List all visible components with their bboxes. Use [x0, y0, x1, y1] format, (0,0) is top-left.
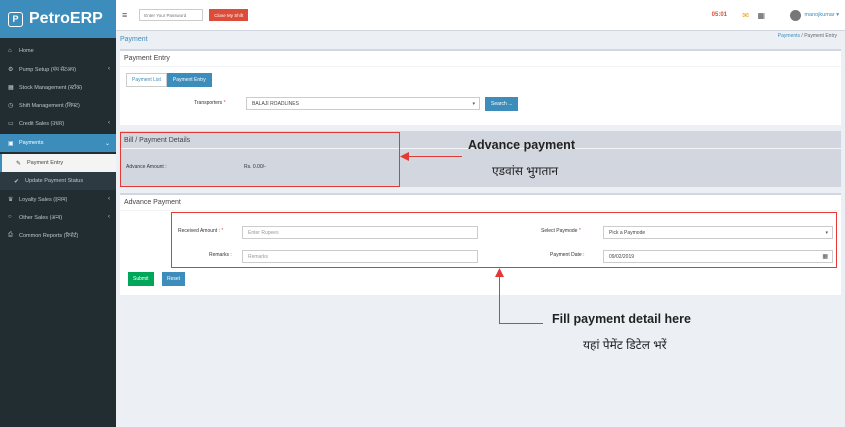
transporter-select[interactable]: BALAJI ROADLINES ▾	[246, 97, 480, 110]
sidebar-item-pump-setup[interactable]: ⚙ Pump Setup (पंप सेटअप) ‹	[0, 60, 116, 78]
sidebar-nav: ⌂ Home ⚙ Pump Setup (पंप सेटअप) ‹ ▦ Stock Ma…	[0, 38, 116, 244]
close-shift-button[interactable]: Close My Shift	[209, 9, 249, 21]
sidebar-item-payments[interactable]: ▣ Payments ⌄	[0, 134, 116, 152]
avatar	[790, 9, 802, 21]
cubes-icon: ▦	[8, 84, 14, 91]
chevron-left-icon: ‹	[108, 214, 110, 220]
tab-payment-entry[interactable]: Payment Entry	[166, 73, 212, 87]
payment-form-highlight-box	[171, 212, 837, 268]
username: manojkumar	[804, 12, 835, 18]
sidebar-item-other-sales[interactable]: ○ Other Sales (अन्य) ‹	[0, 208, 116, 226]
dropdown-arrow-icon: ▾	[472, 100, 475, 107]
sidebar-item-home[interactable]: ⌂ Home	[0, 42, 116, 60]
page-title: Payment	[120, 36, 148, 43]
payment-entry-title: Payment Entry	[120, 51, 841, 67]
tab-payment-list[interactable]: Payment List	[126, 73, 167, 87]
apps-grid-icon[interactable]: ▦	[757, 11, 765, 20]
sidebar-item-loyalty-sales[interactable]: ♛ Loyalty Sales (इनाम) ‹	[0, 190, 116, 208]
edit-icon: ✎	[16, 160, 22, 167]
shift-timer: 05:01	[711, 12, 727, 18]
hamburger-menu-icon[interactable]: ≡	[122, 10, 127, 20]
annotation-advance-subtitle: एडवांस भुगतान	[492, 164, 559, 178]
annotation-arrow-horizontal	[499, 323, 543, 324]
advance-payment-title: Advance Payment	[120, 195, 841, 211]
money-icon: ▣	[8, 140, 14, 147]
search-button[interactable]: Search ...	[485, 97, 519, 111]
circle-icon: ○	[8, 214, 12, 220]
reset-button[interactable]: Reset	[162, 272, 186, 286]
top-header: ≡ Close My Shift 05:01 ✉ ▦ manojkumar ▾	[116, 0, 845, 31]
annotation-advance-title: Advance payment	[468, 138, 575, 152]
sidebar-item-credit-sales[interactable]: ▭ Credit Sales (उधार) ‹	[0, 114, 116, 132]
breadcrumb-current: Payment Entry	[804, 33, 837, 39]
notification-icon[interactable]: ✉	[742, 11, 749, 20]
logo-icon: P	[8, 11, 23, 27]
annotation-fill-title: Fill payment detail here	[552, 312, 691, 326]
sidebar-item-stock[interactable]: ▦ Stock Management (स्टॉक)	[0, 78, 116, 96]
transporters-label: Transporters *	[194, 100, 226, 106]
sidebar-item-shift[interactable]: ◷ Shift Management (शिफ्ट)	[0, 96, 116, 114]
caret-down-icon: ▾	[834, 12, 839, 18]
sidebar-item-update-payment-status[interactable]: ✔ Update Payment Status	[0, 172, 116, 190]
annotation-fill-subtitle: यहां पेमेंट डिटेल भरें	[583, 338, 667, 352]
sidebar-item-payment-entry[interactable]: ✎ Payment Entry	[0, 154, 116, 172]
annotation-arrowhead-left	[400, 152, 409, 161]
chevron-left-icon: ‹	[108, 66, 110, 72]
breadcrumb: Payments / Payment Entry	[777, 33, 837, 39]
logo-text: PetroERP	[29, 10, 103, 27]
logo[interactable]: P PetroERP	[0, 0, 116, 38]
chevron-down-icon: ⌄	[104, 140, 110, 147]
check-icon: ✔	[14, 178, 20, 185]
breadcrumb-link-payments[interactable]: Payments	[778, 33, 800, 39]
print-icon: ⎙	[8, 231, 13, 238]
home-icon: ⌂	[8, 48, 12, 54]
annotation-arrow-line	[406, 156, 462, 157]
content-header: Payment Payments / Payment Entry	[116, 31, 845, 47]
shift-password-input[interactable]	[139, 9, 204, 21]
chevron-left-icon: ‹	[108, 196, 110, 202]
chevron-left-icon: ‹	[108, 120, 110, 126]
sidebar-item-common-reports[interactable]: ⎙ Common Reports (रिपोर्ट)	[0, 226, 116, 244]
clock-icon: ◷	[8, 102, 14, 109]
trophy-icon: ♛	[8, 196, 14, 203]
submit-button[interactable]: Submit	[128, 272, 154, 286]
credit-card-icon: ▭	[8, 120, 14, 127]
gears-icon: ⚙	[8, 66, 14, 73]
payment-tabs: Payment List Payment Entry	[126, 73, 212, 87]
payment-entry-box: Payment Entry Payment List Payment Entry…	[120, 49, 841, 125]
advance-highlight-box	[120, 132, 400, 187]
user-menu[interactable]: manojkumar ▾	[790, 9, 839, 21]
sidebar: P PetroERP ⌂ Home ⚙ Pump Setup (पंप सेटअप)…	[0, 0, 116, 427]
annotation-arrow-vertical	[499, 276, 500, 324]
